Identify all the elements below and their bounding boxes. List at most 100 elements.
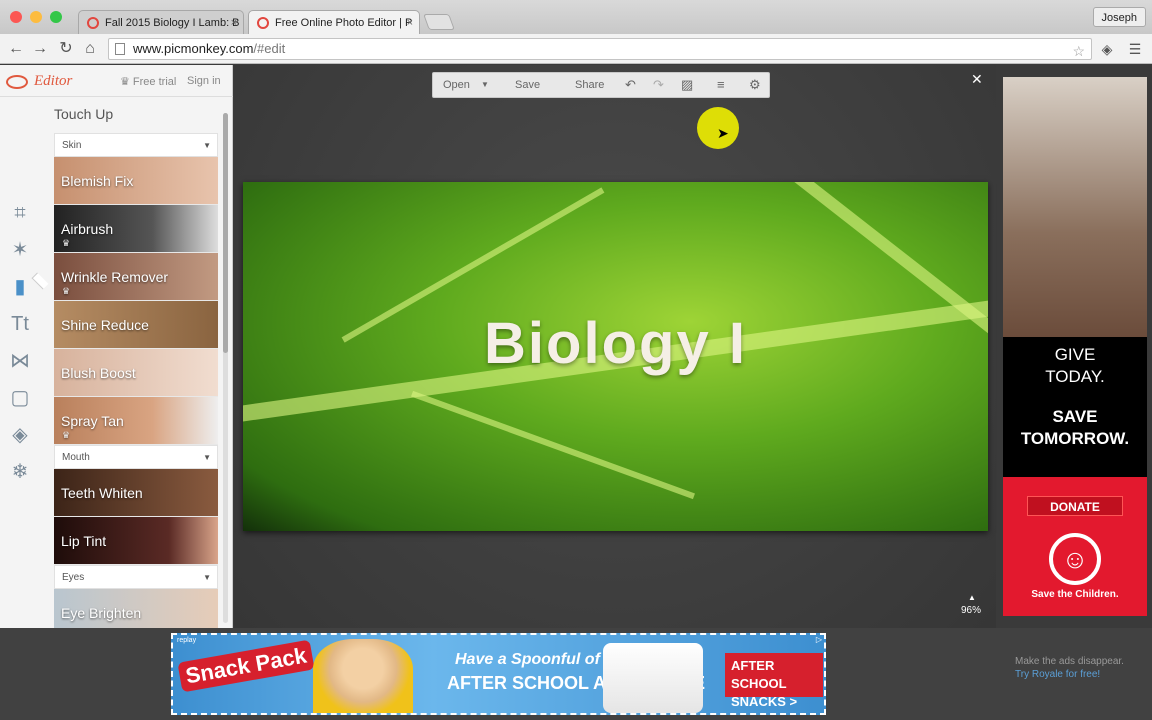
ad-line: GIVE — [1054, 345, 1096, 364]
picmonkey-logo[interactable]: Editor — [6, 73, 72, 90]
settings-gear-icon[interactable]: ⚙ — [749, 73, 761, 97]
tab-label: Free Online Photo Editor | P — [275, 17, 413, 29]
donate-button[interactable]: DONATE — [1027, 496, 1123, 516]
zoom-level[interactable]: 96% — [961, 605, 981, 616]
undo-icon[interactable]: ↶ — [625, 73, 636, 97]
forward-icon[interactable]: → — [30, 39, 50, 59]
section-title: Touch Up — [54, 106, 114, 122]
bookmark-star-icon[interactable]: ☆ — [1072, 41, 1085, 61]
royale-note-text: Make the ads disappear. — [1015, 656, 1124, 667]
tab-label: Fall 2015 Biology I Lamb: B — [105, 17, 240, 29]
layers-icon[interactable]: ≡ — [717, 73, 725, 97]
category-mouth[interactable]: Mouth ▼ — [54, 445, 218, 469]
replay-label[interactable]: replay — [177, 637, 196, 644]
category-skin[interactable]: Skin ▼ — [54, 133, 218, 157]
effect-label: Teeth Whiten — [61, 485, 143, 501]
effect-wrinkle-remover[interactable]: Wrinkle Remover ♛ — [54, 253, 218, 301]
butterfly-icon[interactable]: ⋈ — [7, 348, 33, 374]
home-icon[interactable]: ⌂ — [80, 39, 100, 59]
photo-title-text[interactable]: Biology I — [243, 310, 988, 377]
effect-label: Shine Reduce — [61, 317, 149, 333]
ad-children-photo — [1003, 77, 1147, 337]
effect-shine-reduce[interactable]: Shine Reduce — [54, 301, 218, 349]
redo-icon[interactable]: ↷ — [653, 73, 664, 97]
address-bar[interactable]: www.picmonkey.com/#edit ☆ — [108, 38, 1092, 60]
category-eyes[interactable]: Eyes ▼ — [54, 565, 218, 589]
photo-canvas[interactable]: Biology I — [243, 182, 988, 531]
sidebar-scrollbar-thumb[interactable] — [223, 113, 228, 353]
effect-blemish-fix[interactable]: Blemish Fix — [54, 157, 218, 205]
editor-sidebar: Editor ♛ Free trial Sign in ⌗ ✶ ▮ Tt ⋈ ▢… — [0, 65, 233, 628]
premium-crown-icon: ♛ — [62, 286, 71, 296]
right-advertisement[interactable]: GIVE TODAY. SAVE TOMORROW. DONATE ☺ Save… — [1003, 77, 1147, 616]
effects-list[interactable]: Skin ▼ Blemish Fix Airbrush ♛ Wrinkle Remo… — [54, 133, 218, 628]
royale-link[interactable]: Try Royale for free! — [1015, 668, 1135, 681]
ad-donate-panel: DONATE ☺ Save the Children. — [1003, 477, 1147, 616]
new-tab-button[interactable] — [423, 14, 455, 30]
profile-button[interactable]: Joseph — [1092, 7, 1146, 27]
tab-favicon-icon — [257, 17, 269, 29]
ad-line: SAVE — [1052, 407, 1098, 426]
free-trial-link[interactable]: ♛ Free trial — [120, 75, 176, 88]
snowflake-icon[interactable]: ❄ — [7, 459, 33, 485]
banner-tagline: Have a Spoonful of — [455, 651, 600, 668]
page-icon — [115, 43, 125, 55]
browser-tab-biology[interactable]: Fall 2015 Biology I Lamb: B × — [78, 10, 244, 34]
effect-label: Blush Boost — [61, 365, 136, 381]
crop-icon[interactable]: ⌗ — [7, 200, 33, 226]
tab-close-icon[interactable]: × — [407, 11, 413, 34]
ad-choices-icon[interactable]: ▷ — [816, 635, 822, 644]
sign-in-link[interactable]: Sign in — [187, 75, 221, 87]
tab-close-icon[interactable]: × — [231, 11, 237, 34]
save-button[interactable]: Save — [515, 73, 540, 97]
editor-canvas-area: Open ▼ Save Share ↶ ↷ ▨ ≡ ⚙ ✕ Biology I … — [234, 65, 996, 628]
texture-icon[interactable]: ◈ — [7, 422, 33, 448]
effect-teeth-whiten[interactable]: Teeth Whiten — [54, 469, 218, 517]
open-dropdown-icon[interactable]: ▼ — [481, 73, 489, 97]
menu-icon[interactable]: ☰ — [1126, 40, 1144, 58]
banner-kid-image — [313, 639, 413, 713]
frame-icon[interactable]: ▢ — [7, 385, 33, 411]
effect-label: Spray Tan — [61, 413, 124, 429]
chevron-down-icon: ▼ — [203, 573, 211, 582]
category-label: Skin — [62, 140, 82, 151]
logo-text: Editor — [34, 73, 73, 89]
mouse-cursor-icon: ➤ — [717, 125, 729, 141]
effect-eye-brighten[interactable]: Eye Brighten — [54, 589, 218, 628]
category-label: Eyes — [62, 572, 85, 583]
extension-icon[interactable]: ◈ — [1098, 40, 1116, 58]
url-path: /#edit — [253, 41, 286, 56]
effect-airbrush[interactable]: Airbrush ♛ — [54, 205, 218, 253]
leaf-vein — [411, 390, 695, 500]
category-label: Mouth — [62, 452, 90, 463]
effect-blush-boost[interactable]: Blush Boost — [54, 349, 218, 397]
zoom-up-icon[interactable]: ▲ — [968, 593, 976, 602]
ad-org-name: Save the Children. — [1031, 589, 1119, 600]
royale-promo: Make the ads disappear. Try Royale for f… — [1015, 655, 1135, 681]
back-icon[interactable]: ← — [6, 39, 26, 59]
effect-label: Eye Brighten — [61, 605, 142, 621]
window-minimize-button[interactable] — [30, 11, 42, 23]
share-button[interactable]: Share — [575, 73, 604, 97]
banner-cta-button[interactable]: AFTER SCHOOL SNACKS > — [725, 653, 823, 709]
magic-wand-icon[interactable]: ✶ — [7, 237, 33, 263]
premium-crown-icon: ♛ — [62, 430, 71, 440]
close-editor-icon[interactable]: ✕ — [971, 71, 983, 88]
ad-line: TODAY. — [1045, 367, 1105, 386]
window-zoom-button[interactable] — [50, 11, 62, 23]
snack-pack-banner[interactable]: replay ▷ Snack Pack Have a Spoonful of A… — [171, 633, 826, 715]
effect-lip-tint[interactable]: Lip Tint — [54, 517, 218, 565]
monkey-logo-icon — [6, 74, 28, 89]
premium-crown-icon: ♛ — [62, 238, 71, 248]
reload-icon[interactable]: ↻ — [56, 39, 76, 59]
compare-icon[interactable]: ▨ — [681, 73, 693, 97]
browser-tab-picmonkey[interactable]: Free Online Photo Editor | P × — [248, 10, 420, 34]
effect-spray-tan[interactable]: Spray Tan ♛ — [54, 397, 218, 445]
lipstick-icon[interactable]: ▮ — [7, 274, 33, 300]
chevron-down-icon: ▼ — [203, 141, 211, 150]
tool-rail: ⌗ ✶ ▮ Tt ⋈ ▢ ◈ ❄ — [0, 97, 40, 628]
open-button[interactable]: Open — [443, 73, 470, 97]
text-icon[interactable]: Tt — [7, 311, 33, 337]
window-close-button[interactable] — [10, 11, 22, 23]
effect-label: Blemish Fix — [61, 173, 134, 189]
